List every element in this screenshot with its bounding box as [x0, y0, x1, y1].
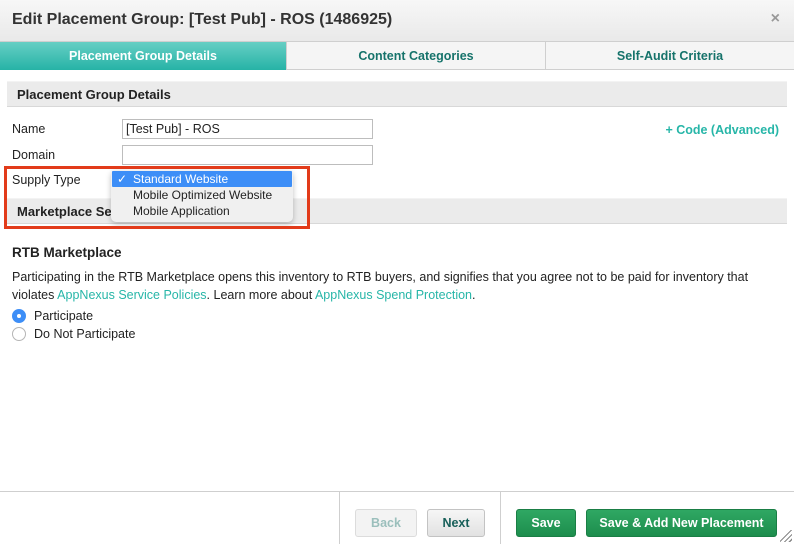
option-label: Mobile Application	[133, 204, 230, 218]
tab-content-categories[interactable]: Content Categories	[287, 42, 546, 70]
dialog-titlebar: Edit Placement Group: [Test Pub] - ROS (…	[0, 0, 794, 42]
name-input[interactable]	[122, 119, 373, 139]
back-button[interactable]: Back	[355, 509, 417, 537]
radio-do-not-participate[interactable]: Do Not Participate	[12, 327, 135, 341]
rtb-description: Participating in the RTB Marketplace ope…	[12, 268, 787, 304]
service-policies-link[interactable]: AppNexus Service Policies	[57, 288, 206, 302]
name-label: Name	[12, 122, 46, 136]
resize-grip-icon[interactable]	[780, 530, 792, 542]
dialog-footer: Back Next Save Save & Add New Placement	[0, 491, 794, 544]
radio-label: Do Not Participate	[34, 327, 136, 341]
supply-type-option-standard-website[interactable]: ✓ Standard Website	[112, 171, 292, 187]
checkmark-icon: ✓	[117, 172, 128, 186]
tab-placement-group-details[interactable]: Placement Group Details	[0, 42, 287, 70]
section-header-details: Placement Group Details	[7, 81, 787, 107]
save-button[interactable]: Save	[516, 509, 576, 537]
supply-type-option-mobile-optimized-website[interactable]: Mobile Optimized Website	[112, 187, 292, 203]
option-label: Standard Website	[133, 172, 229, 186]
supply-type-option-mobile-application[interactable]: Mobile Application	[112, 203, 292, 219]
code-advanced-link[interactable]: + Code (Advanced)	[665, 123, 779, 137]
rtb-text-middle: . Learn more about	[206, 288, 315, 302]
save-add-new-placement-button[interactable]: Save & Add New Placement	[586, 509, 777, 537]
radio-checked-icon[interactable]	[12, 309, 26, 323]
next-button[interactable]: Next	[427, 509, 485, 537]
radio-unchecked-icon[interactable]	[12, 327, 26, 341]
close-icon[interactable]: ×	[771, 10, 780, 28]
rtb-marketplace-title: RTB Marketplace	[12, 245, 122, 260]
domain-label: Domain	[12, 148, 56, 162]
tab-bar: Placement Group Details Content Categori…	[0, 42, 794, 70]
dialog-title: Edit Placement Group: [Test Pub] - ROS (…	[12, 11, 393, 28]
radio-participate[interactable]: Participate	[12, 309, 93, 323]
radio-label: Participate	[34, 309, 94, 323]
option-label: Mobile Optimized Website	[133, 188, 273, 202]
supply-type-label: Supply Type	[12, 173, 81, 187]
rtb-text-after: .	[472, 288, 476, 302]
footer-divider	[339, 492, 340, 544]
tab-self-audit-criteria[interactable]: Self-Audit Criteria	[546, 42, 794, 70]
spend-protection-link[interactable]: AppNexus Spend Protection	[315, 288, 472, 302]
domain-input[interactable]	[122, 145, 373, 165]
supply-type-dropdown[interactable]: ✓ Standard Website Mobile Optimized Webs…	[111, 170, 293, 222]
footer-divider	[500, 492, 501, 544]
